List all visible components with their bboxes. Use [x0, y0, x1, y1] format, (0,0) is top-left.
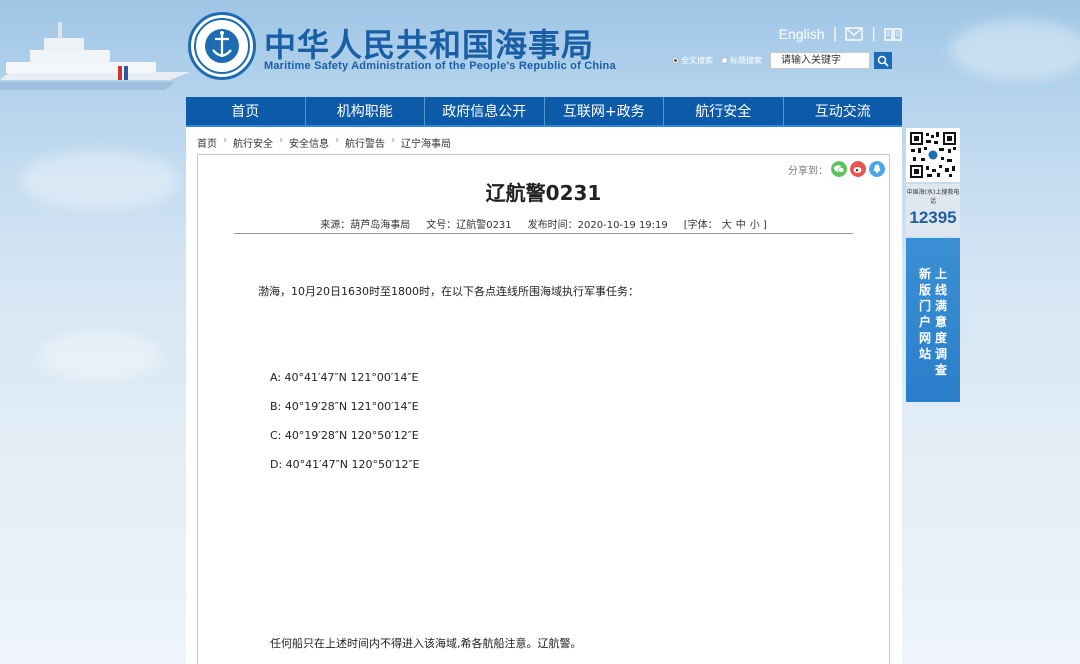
article-publish-time: 发布时间：2020-10-19 19:19: [527, 220, 668, 231]
search-option-title[interactable]: 标题搜索: [721, 55, 762, 66]
main-content: 首页 › 航行安全 › 安全信息 › 航行警告 › 辽宁海事局 分享到： 辽航警…: [186, 127, 902, 664]
search-button[interactable]: [874, 52, 892, 69]
divider: |: [871, 26, 876, 42]
top-links: English | |: [779, 26, 902, 42]
article: 分享到： 辽航警0231 来源：葫芦岛海事局 文号：辽航警0231 发布时间：2…: [197, 154, 890, 664]
chevron-right-icon: ›: [223, 135, 227, 146]
hotline-number: 12395: [909, 208, 957, 227]
survey-banner[interactable]: 新版门户网站 上线满意度调查: [906, 238, 960, 402]
share-bar: 分享到：: [788, 161, 885, 177]
article-intro: 渤海，10月20日1630时至1800时，在以下各点连线所围海域执行军事任务：: [258, 285, 639, 298]
divider: |: [832, 26, 838, 42]
search-bar: 全文搜索 标题搜索 请输入关键字: [672, 52, 892, 69]
article-closing: 任何船只在上述时间内不得进入该海域,希各航船注意。辽航警。: [270, 637, 582, 650]
breadcrumb: 首页 › 航行安全 › 安全信息 › 航行警告 › 辽宁海事局: [197, 135, 451, 150]
search-icon: [877, 55, 889, 67]
share-label: 分享到：: [788, 165, 828, 177]
survey-text-col2: 上线满意度调查: [935, 267, 948, 377]
article-source: 来源：葫芦岛海事局: [320, 220, 411, 231]
nav-item-internet-gov[interactable]: 互联网+政务: [544, 97, 664, 127]
article-meta: 来源：葫芦岛海事局 文号：辽航警0231 发布时间：2020-10-19 19:…: [198, 216, 889, 231]
article-title: 辽航警0231: [485, 181, 602, 205]
breadcrumb-item[interactable]: 航行警告: [345, 135, 385, 150]
site-title-english: Maritime Safety Administration of the Pe…: [264, 60, 616, 72]
breadcrumb-item[interactable]: 首页: [197, 135, 217, 150]
background-cloud: [40, 330, 160, 380]
wechat-icon[interactable]: [831, 161, 847, 177]
patrol-ship-image: [0, 22, 190, 90]
qq-icon[interactable]: [869, 161, 885, 177]
breadcrumb-item[interactable]: 航行安全: [233, 135, 273, 150]
nav-item-nav-safety[interactable]: 航行安全: [664, 97, 784, 127]
font-medium-button[interactable]: 中: [736, 216, 746, 231]
msa-seal-icon: [188, 12, 256, 80]
nav-item-interaction[interactable]: 互动交流: [783, 97, 902, 127]
weibo-icon[interactable]: [850, 161, 866, 177]
coordinate-point: D: 40°41′47″N 120°50′12″E: [270, 458, 420, 471]
site-logo[interactable]: 中华人民共和国海事局 Maritime Safety Administratio…: [188, 12, 628, 82]
search-option-fulltext[interactable]: 全文搜索: [672, 55, 713, 66]
nav-item-functions[interactable]: 机构职能: [305, 97, 425, 127]
font-small-button[interactable]: 小 ]: [750, 216, 767, 231]
radio-selected-icon: [672, 57, 679, 64]
title-divider: [234, 233, 853, 234]
english-link[interactable]: English: [779, 26, 825, 42]
font-large-button[interactable]: 大: [722, 216, 732, 231]
radio-icon: [721, 57, 728, 64]
survey-text-col1: 新版门户网站: [918, 267, 931, 361]
book-icon[interactable]: [884, 27, 902, 41]
nav-item-gov-info[interactable]: 政府信息公开: [425, 97, 545, 127]
font-size-control: [字体： 大 中 小 ]: [684, 216, 767, 231]
breadcrumb-item[interactable]: 辽宁海事局: [401, 135, 451, 150]
nav-item-home[interactable]: 首页: [186, 97, 306, 127]
coordinate-point: B: 40°19′28″N 121°00′14″E: [270, 400, 419, 413]
qr-code: [906, 128, 960, 182]
background-cloud: [20, 150, 180, 210]
coordinate-point: C: 40°19′28″N 120°50′12″E: [270, 429, 419, 442]
main-nav: 首页 机构职能 政府信息公开 互联网+政务 航行安全 互动交流: [186, 97, 902, 127]
rescue-hotline[interactable]: 中国海(水)上搜救电话 12395: [906, 184, 960, 236]
chevron-right-icon: ›: [391, 135, 395, 146]
coordinate-point: A: 40°41′47″N 121°00′14″E: [270, 371, 419, 384]
search-input[interactable]: 请输入关键字: [770, 52, 870, 69]
chevron-right-icon: ›: [279, 135, 283, 146]
background-cloud: [950, 20, 1080, 80]
article-doc-number: 文号：辽航警0231: [426, 220, 512, 231]
chevron-right-icon: ›: [335, 135, 339, 146]
breadcrumb-item[interactable]: 安全信息: [289, 135, 329, 150]
mail-icon[interactable]: [845, 27, 863, 41]
hotline-label: 中国海(水)上搜救电话: [906, 189, 960, 205]
